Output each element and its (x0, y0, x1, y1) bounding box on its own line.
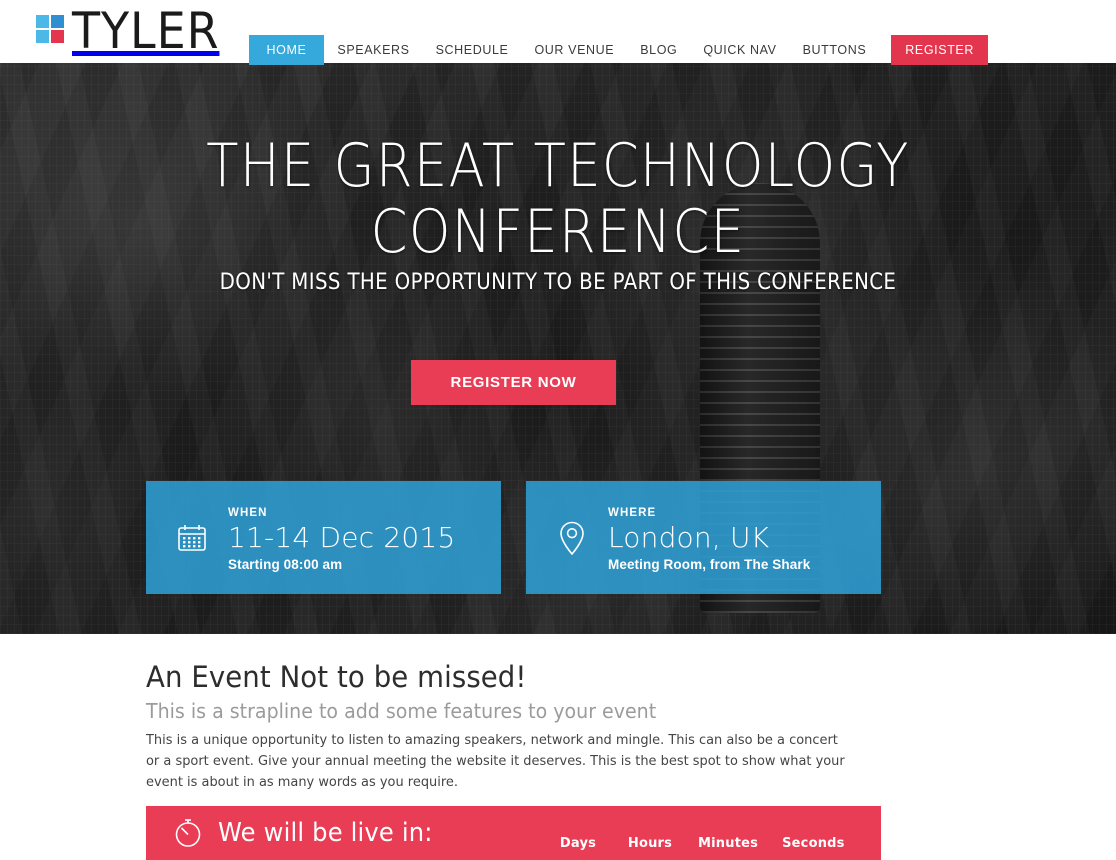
section-strapline: This is a strapline to add some features… (146, 699, 657, 723)
info-card-where-label: WHERE (608, 507, 657, 519)
logo-mark-icon (36, 15, 64, 43)
countdown-unit-minutes: Minutes (698, 836, 758, 851)
hero-banner: THE GREAT TECHNOLOGY CONFERENCE DON'T MI… (0, 63, 1116, 634)
hero-title: THE GREAT TECHNOLOGY CONFERENCE (67, 133, 1049, 265)
countdown-bar: We will be live in: Days Hours Minutes S… (146, 806, 881, 860)
section-heading: An Event Not to be missed! (146, 660, 527, 694)
countdown-days-label: Days (559, 836, 597, 851)
countdown-unit-days: Days (554, 836, 602, 851)
nav-item-buttons[interactable]: BUTTONS (790, 35, 880, 65)
countdown-title: We will be live in: (218, 818, 433, 848)
site-header: TYLER HOME SPEAKERS SCHEDULE OUR VENUE B… (0, 0, 1116, 65)
countdown-unit-seconds: Seconds (782, 836, 845, 851)
calendar-icon (170, 521, 214, 555)
nav-register-button[interactable]: REGISTER (891, 35, 988, 65)
countdown-unit-hours: Hours (626, 836, 674, 851)
info-card-where[interactable]: WHERE London, UK Meeting Room, from The … (526, 481, 881, 594)
info-card-where-note: Meeting Room, from The Shark (608, 557, 811, 572)
main-navigation: HOME SPEAKERS SCHEDULE OUR VENUE BLOG QU… (248, 35, 988, 65)
info-card-when-date: 11-14 Dec 2015 (228, 521, 456, 554)
map-pin-icon (550, 519, 594, 557)
section-paragraph: This is a unique opportunity to listen t… (146, 732, 845, 790)
nav-item-home[interactable]: HOME (248, 35, 325, 65)
hero-title-line-2: CONFERENCE (370, 197, 746, 267)
info-card-when-note: Starting 08:00 am (228, 557, 343, 572)
nav-item-quick-nav[interactable]: QUICK NAV (690, 35, 789, 65)
stopwatch-icon (172, 817, 204, 849)
info-card-where-city: London, UK (608, 521, 770, 554)
about-section: An Event Not to be missed! This is a str… (0, 634, 1116, 860)
countdown-seconds-label: Seconds (782, 836, 845, 851)
nav-item-our-venue[interactable]: OUR VENUE (521, 35, 627, 65)
nav-item-blog[interactable]: BLOG (627, 35, 690, 65)
register-now-button[interactable]: REGISTER NOW (411, 360, 616, 405)
info-card-when-label: WHEN (228, 507, 268, 519)
hero-title-line-1: THE GREAT TECHNOLOGY (206, 131, 910, 201)
brand-name: TYLER (72, 2, 220, 60)
countdown-hours-label: Hours (627, 836, 673, 851)
nav-item-speakers[interactable]: SPEAKERS (324, 35, 422, 65)
nav-item-schedule[interactable]: SCHEDULE (423, 35, 522, 65)
site-logo[interactable]: TYLER (36, 2, 232, 60)
hero-subtitle: DON'T MISS THE OPPORTUNITY TO BE PART OF… (219, 270, 897, 295)
countdown-minutes-label: Minutes (698, 836, 759, 851)
countdown-units: Days Hours Minutes Seconds (554, 806, 845, 860)
info-card-when[interactable]: WHEN 11-14 Dec 2015 Starting 08:00 am (146, 481, 501, 594)
